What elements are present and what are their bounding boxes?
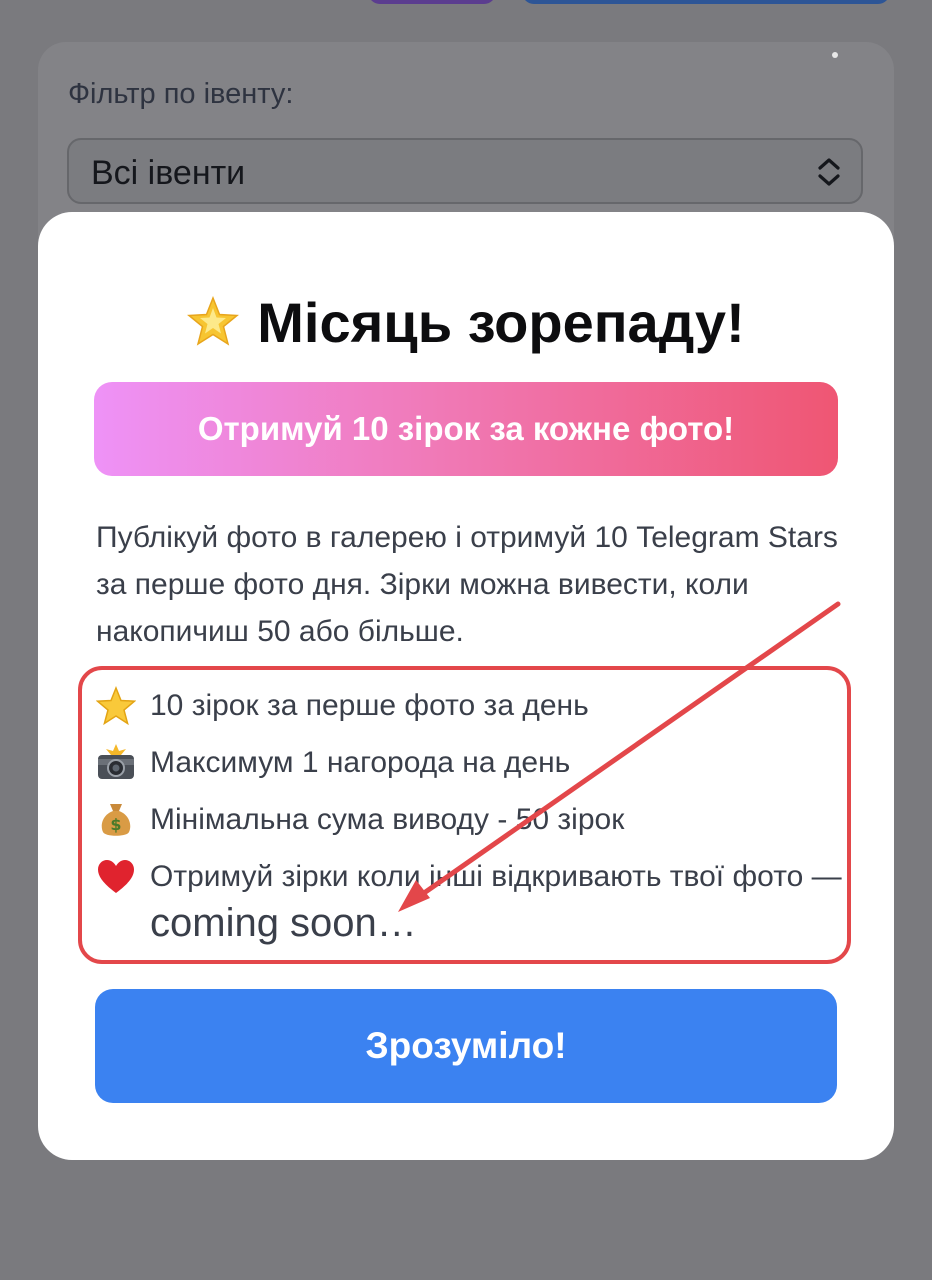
promo-banner-text: Отримуй 10 зірок за кожне фото! [197,410,735,447]
chevron-up-down-icon [818,158,840,186]
modal-title: Місяць зорепаду! [257,291,745,354]
annotation-highlight-box [78,666,851,964]
decorative-dot [832,52,838,58]
glowing-star-icon [187,296,240,346]
background-blue-button[interactable] [522,0,890,4]
modal-title-row: Місяць зорепаду! [38,290,894,355]
background-purple-button[interactable] [368,0,496,4]
modal-description: Публікуй фото в галерею і отримуй 10 Tel… [96,521,838,648]
event-info-modal: Місяць зорепаду! Отримуй 10 зірок за кож… [38,212,894,1160]
promo-banner: Отримуй 10 зірок за кожне фото! [94,382,838,476]
event-filter-select[interactable]: Всі івенти [67,138,863,204]
confirm-button[interactable]: Зрозуміло! [95,989,837,1103]
filter-label: Фільтр по івенту: [68,78,294,110]
event-filter-selected-value: Всі івенти [91,154,246,192]
